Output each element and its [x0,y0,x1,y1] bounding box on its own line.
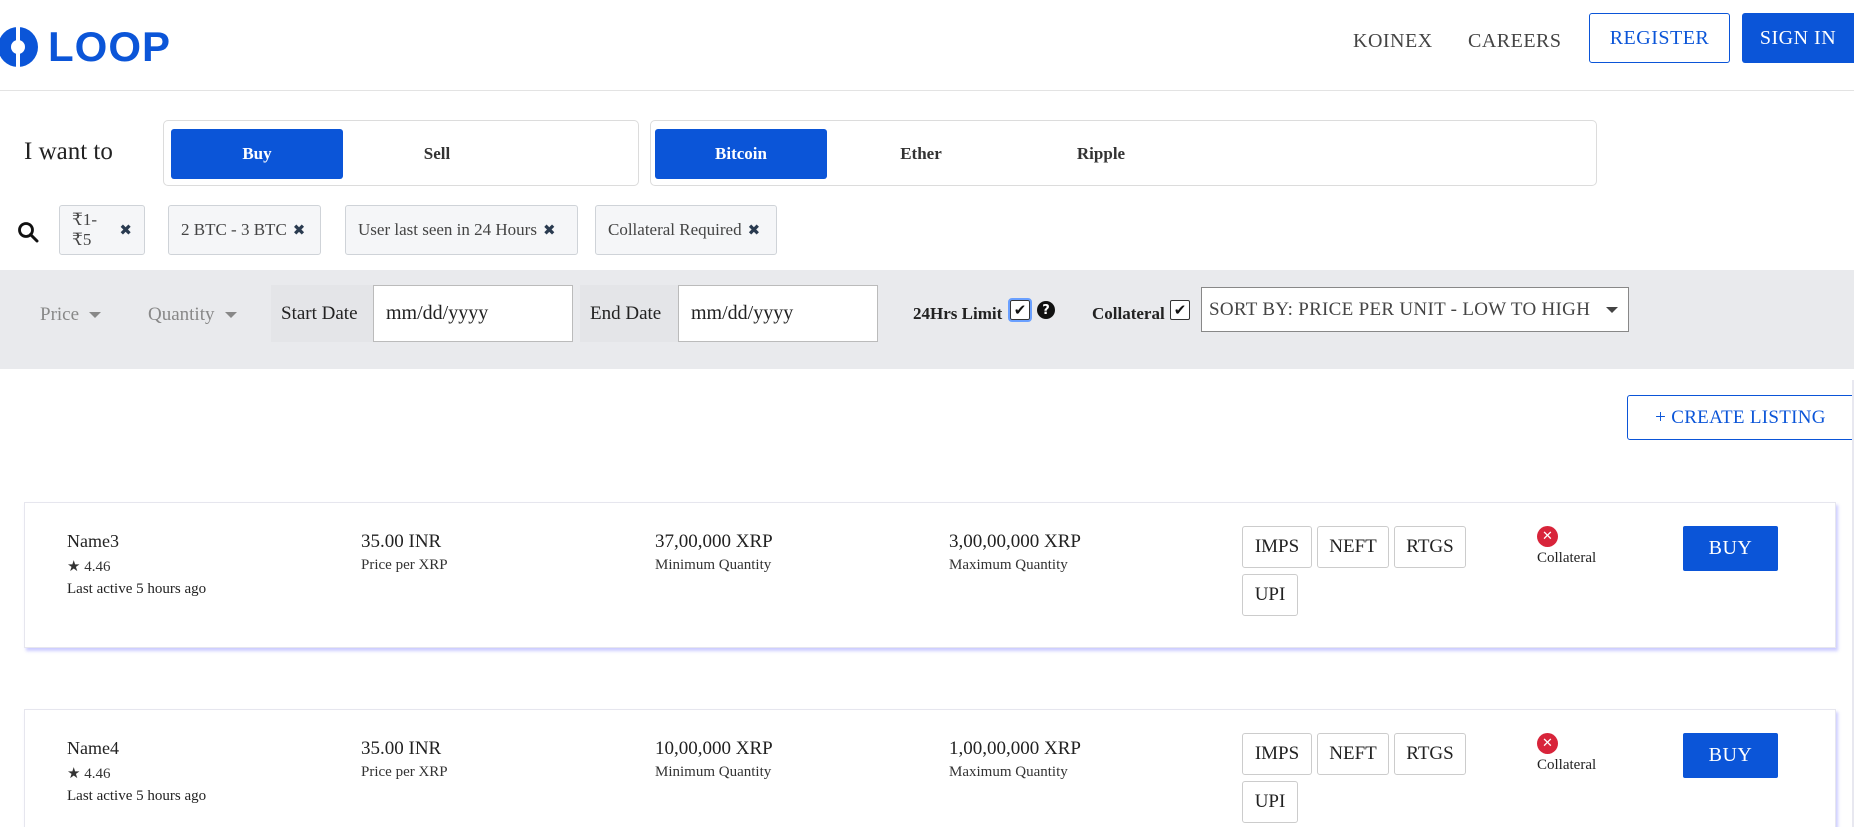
last-active: Last active 5 hours ago [67,788,207,804]
payment-method-badge: NEFT [1317,526,1389,568]
collateral-status: Collateral [1537,550,1597,566]
filter-chip-last-seen[interactable]: User last seen in 24 Hours ✖ [345,205,578,255]
close-circle-icon: ✕ [1537,526,1558,547]
buy-option[interactable]: Buy [171,129,343,179]
i-want-to-label: I want to [24,138,113,165]
last-active: Last active 5 hours ago [67,581,207,597]
logo-text: LOOP [48,23,172,70]
seller-rating: ★ 4.46 [67,559,111,575]
listing-card: Name4 ★ 4.46 Last active 5 hours ago 35.… [24,709,1836,827]
price-value: 35.00 INR [361,531,442,552]
seller-name[interactable]: Name3 [67,531,206,552]
collateral-label: Collateral [1092,304,1165,323]
buy-sell-toggle: Buy Sell [163,120,639,186]
sign-in-button[interactable]: SIGN IN [1742,13,1854,63]
price-dropdown[interactable]: Price [40,304,102,326]
nav-link-koinex[interactable]: KOINEX [1353,30,1433,53]
price-value: 35.00 INR [361,738,442,759]
sort-select-label: SORT BY: PRICE PER UNIT - LOW TO HIGH [1209,298,1591,320]
payment-method-badge: RTGS [1394,526,1466,568]
price-caption: Price per XRP [361,557,448,573]
filter-chip-price[interactable]: ₹1-₹5 ✖ [59,205,145,255]
24hrs-limit-label: 24Hrs Limit [913,304,1003,323]
max-quantity-value: 3,00,00,000 XRP [949,531,1081,552]
max-quantity-value: 1,00,00,000 XRP [949,738,1081,759]
logo[interactable]: LOOP [0,22,171,72]
collateral-checkbox[interactable]: ✔ [1170,300,1190,320]
help-icon[interactable]: ? [1037,301,1055,319]
quantity-dropdown-label: Quantity [148,304,215,325]
price-dropdown-label: Price [40,304,80,325]
chevron-down-icon [89,312,102,318]
chip-label: 2 BTC - 3 BTC [181,220,287,239]
collateral-status: Collateral [1537,757,1597,773]
seller-name[interactable]: Name4 [67,738,206,759]
chip-label: ₹1-₹5 [72,210,97,249]
chip-label: User last seen in 24 Hours [358,220,537,239]
coin-option-ether[interactable]: Ether [835,129,1007,179]
sort-select[interactable]: SORT BY: PRICE PER UNIT - LOW TO HIGH [1201,287,1629,332]
min-quantity-value: 10,00,000 XRP [655,738,773,759]
register-button[interactable]: REGISTER [1589,13,1730,63]
end-date-label: End Date [580,285,679,342]
24hrs-limit-checkbox[interactable]: ✔ [1008,298,1032,322]
search-icon[interactable] [17,221,39,243]
loop-logo-icon [0,27,38,67]
chevron-down-icon [1606,307,1618,313]
filter-chip-quantity[interactable]: 2 BTC - 3 BTC ✖ [168,205,321,255]
start-date-input[interactable]: mm/dd/yyyy [373,285,573,342]
min-quantity-caption: Minimum Quantity [655,557,772,573]
price-caption: Price per XRP [361,764,448,780]
remove-chip-icon[interactable]: ✖ [543,221,556,239]
payment-method-badge: IMPS [1242,733,1312,775]
close-circle-icon: ✕ [1537,733,1558,754]
payment-method-badge: NEFT [1317,733,1389,775]
coin-option-ripple[interactable]: Ripple [1015,129,1187,179]
min-quantity-caption: Minimum Quantity [655,764,772,780]
payment-method-badge: RTGS [1394,733,1466,775]
chevron-down-icon [224,312,237,318]
seller-rating: ★ 4.46 [67,766,111,782]
payment-method-badge: UPI [1242,574,1298,616]
top-navbar: LOOP KOINEX CAREERS REGISTER SIGN IN [0,0,1854,91]
payment-method-badge: IMPS [1242,526,1312,568]
remove-chip-icon[interactable]: ✖ [119,221,132,239]
remove-chip-icon[interactable]: ✖ [293,221,306,239]
create-listing-button[interactable]: + CREATE LISTING [1627,395,1854,440]
end-date-input[interactable]: mm/dd/yyyy [678,285,878,342]
filter-chip-collateral[interactable]: Collateral Required ✖ [595,205,777,255]
listing-card: Name3 ★ 4.46 Last active 5 hours ago 35.… [24,502,1836,648]
payment-method-badge: UPI [1242,781,1298,823]
max-quantity-caption: Maximum Quantity [949,557,1068,573]
remove-chip-icon[interactable]: ✖ [748,221,761,239]
sell-option[interactable]: Sell [351,129,523,179]
buy-button[interactable]: BUY [1683,526,1778,571]
buy-button[interactable]: BUY [1683,733,1778,778]
chip-label: Collateral Required [608,220,742,239]
quantity-dropdown[interactable]: Quantity [148,304,237,326]
min-quantity-value: 37,00,000 XRP [655,531,773,552]
start-date-label: Start Date [271,285,373,342]
coin-option-bitcoin[interactable]: Bitcoin [655,129,827,179]
coin-selector: Bitcoin Ether Ripple [650,120,1597,186]
nav-link-careers[interactable]: CAREERS [1468,30,1562,53]
max-quantity-caption: Maximum Quantity [949,764,1068,780]
